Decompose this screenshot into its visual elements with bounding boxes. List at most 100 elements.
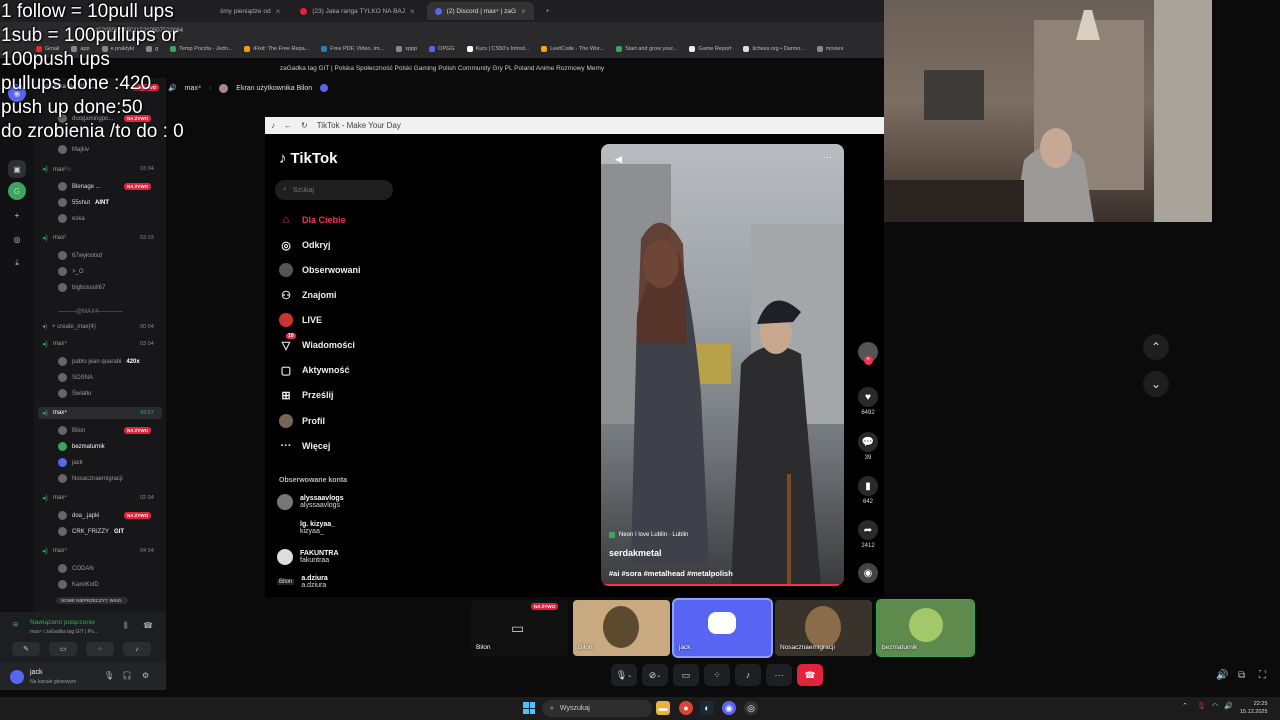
followed-account[interactable]: Bilon a.dziura a.dziura	[277, 575, 328, 589]
participant-tile[interactable]: ▭ NA ŻYWO Bilon	[471, 600, 568, 656]
screen-share-button[interactable]: ▭	[49, 642, 77, 656]
bookmark[interactable]: Free PDF, Video, Im...	[321, 46, 384, 52]
participant-tile-speaking[interactable]: jack	[672, 598, 773, 658]
voice-channel[interactable]: ◂) max⁴ 04 04	[42, 547, 154, 555]
nav-more[interactable]: ··· Więcej	[279, 439, 331, 453]
wifi-icon[interactable]: ◠	[1212, 702, 1218, 710]
add-server-icon[interactable]: +	[8, 206, 26, 224]
taskbar-search[interactable]: ⌕ Wyszukaj	[542, 700, 652, 717]
discover-icon[interactable]: ◎	[8, 230, 26, 248]
participant-tile[interactable]: Nosacznaemigracji	[775, 600, 872, 656]
user-row[interactable]: 67wyłootxd	[58, 251, 102, 260]
participant-tile[interactable]: Bilon	[573, 600, 670, 656]
nav-explore[interactable]: ◎ Odkryj	[279, 238, 330, 252]
disconnect-icon[interactable]: ☎	[143, 621, 153, 630]
video-author[interactable]: serdakmetal	[609, 548, 662, 558]
soundboard-button[interactable]: ♪	[123, 642, 151, 656]
previous-video-button[interactable]: ⌃	[1143, 334, 1169, 360]
nav-messages[interactable]: ▽ 10 Wiadomości	[279, 333, 355, 352]
search-input[interactable]: ⌕ Szukaj	[275, 180, 393, 200]
user-row[interactable]: Bilon NA ŻYWO	[58, 426, 152, 435]
obs-icon[interactable]: ◎	[744, 701, 758, 715]
voice-channel[interactable]: ◂) max⁴ 02 04	[42, 494, 154, 502]
nav-profile[interactable]: Profil	[279, 414, 325, 428]
volume-icon[interactable]: 🔊	[1224, 702, 1233, 710]
user-row[interactable]: KamiKolD	[58, 580, 99, 589]
user-row[interactable]: jack	[58, 458, 83, 467]
tray-overflow-icon[interactable]: ⌃	[1182, 702, 1188, 710]
fullscreen-icon[interactable]: ⛶	[1259, 670, 1266, 681]
popout-icon[interactable]: ⧉	[1238, 670, 1245, 681]
share-button[interactable]: ➦ 2412	[854, 520, 882, 549]
nav-following[interactable]: Obserwowani	[279, 263, 361, 277]
server-icon[interactable]: ▣	[8, 160, 26, 178]
bookmark[interactable]: lichess.org • Darmo...	[743, 46, 805, 52]
reload-icon[interactable]: ↻	[301, 121, 308, 130]
avatar[interactable]	[10, 670, 24, 684]
voice-channel[interactable]: ◂) max²☆ 03 04	[42, 165, 154, 173]
soundboard-button[interactable]: ♪	[735, 664, 761, 686]
mute-icon[interactable]: ◀	[615, 154, 622, 165]
browser-tab[interactable]: śmy pieniądze od ×	[212, 2, 288, 20]
comment-button[interactable]: 💬 39	[854, 432, 882, 461]
participant-tile[interactable]: bezmaturnik	[876, 599, 975, 657]
close-icon[interactable]: ×	[410, 7, 415, 16]
user-row[interactable]: eska	[58, 214, 85, 223]
follow-plus-icon[interactable]: +	[863, 356, 873, 365]
user-row[interactable]: CODAN	[58, 564, 94, 573]
bookmark[interactable]: movies	[816, 46, 843, 52]
steam-icon[interactable]: ◐	[700, 701, 714, 715]
voice-channel-active[interactable]: ◂) max⁴ 43:57	[42, 409, 154, 417]
nav-upload[interactable]: ⊞ Prześlij	[279, 388, 333, 402]
user-row[interactable]: Blenage ... NA ŻYWO	[58, 182, 152, 191]
gear-icon[interactable]: ⚙	[142, 671, 149, 680]
next-video-button[interactable]: ⌄	[1143, 371, 1169, 397]
bookmark[interactable]: Kurs | CS50's Introd...	[466, 46, 529, 52]
user-row[interactable]: CRK_FRIZZY GIT	[58, 527, 124, 536]
bookmark[interactable]: iFixit: The Free Repa...	[244, 46, 309, 52]
save-button[interactable]: ▮ 642	[854, 476, 882, 505]
server-icon[interactable]: G	[8, 182, 26, 200]
author-avatar-button[interactable]: +	[854, 342, 882, 365]
user-row[interactable]: bezmaturnik	[58, 442, 105, 451]
microphone-icon[interactable]: 🎙	[104, 671, 114, 680]
user-row[interactable]: >_O	[58, 267, 84, 276]
user-row[interactable]: pablo jean quarabi 420x	[58, 357, 140, 366]
chevron-down-icon[interactable]: ⌄	[656, 672, 661, 679]
user-row[interactable]: doa_.japki NA ŻYWO	[58, 511, 152, 520]
close-icon[interactable]: ×	[276, 7, 281, 16]
followed-account[interactable]: FAKUNTRA fakuntraa	[277, 549, 339, 565]
nav-for-you[interactable]: ⌂ Dla Ciebie	[279, 213, 346, 227]
user-row[interactable]: 55shut AINT	[58, 198, 109, 207]
microphone-button[interactable]: 🎙 ⌄	[611, 664, 637, 686]
browser-tab[interactable]: (23) Jaka ranga TYLKO NA BAJ ×	[292, 2, 422, 20]
voice-channel[interactable]: ◂) max⁴ 03 04	[42, 340, 154, 348]
taskbar-clock[interactable]: 22:25 15.12.2025	[1240, 700, 1268, 716]
camera-button[interactable]: ✎	[12, 642, 40, 656]
music-disc-button[interactable]: ◉	[854, 563, 882, 586]
bookmark[interactable]: LeetCode - The Wor...	[541, 46, 604, 52]
bookmark[interactable]: Start and grow your...	[616, 46, 677, 52]
followed-account[interactable]: lg. kizyaa_ kizyaa_	[277, 520, 335, 536]
new-tab-button[interactable]: +	[538, 2, 558, 20]
video-player[interactable]: ◀ ··· Neon I love Lublin · Lublin serdak…	[601, 144, 844, 586]
bookmark[interactable]: OPGG	[429, 46, 455, 52]
camera-button[interactable]: ⊘ ⌄	[642, 664, 668, 686]
new-messages-pill[interactable]: NOWE NIEPRZECZYT. WIAD.	[56, 597, 128, 604]
browser-tab-active[interactable]: (2) Discord | max⁴ | zaG ×	[426, 2, 534, 20]
headphones-icon[interactable]: 🎧	[122, 671, 132, 680]
bookmark[interactable]: xppp	[396, 46, 417, 52]
like-button[interactable]: ♥ 6492	[854, 387, 882, 416]
bookmark[interactable]: Game Report	[689, 46, 731, 52]
nav-activity[interactable]: ▢ Aktywność	[279, 363, 350, 377]
chevron-down-icon[interactable]: ⌄	[627, 672, 632, 679]
windows-start-icon[interactable]	[523, 702, 535, 714]
tiktok-logo[interactable]: ♪ TikTok	[279, 150, 337, 167]
video-progress-bar[interactable]	[601, 584, 840, 586]
user-row[interactable]: bigbossoli67	[58, 283, 105, 292]
discord-icon[interactable]: ◉	[722, 701, 736, 715]
activities-button[interactable]: ⁘	[704, 664, 730, 686]
back-icon[interactable]: ←	[284, 121, 292, 130]
volume-icon[interactable]: 🔊	[1216, 670, 1228, 681]
close-icon[interactable]: ×	[521, 7, 526, 16]
